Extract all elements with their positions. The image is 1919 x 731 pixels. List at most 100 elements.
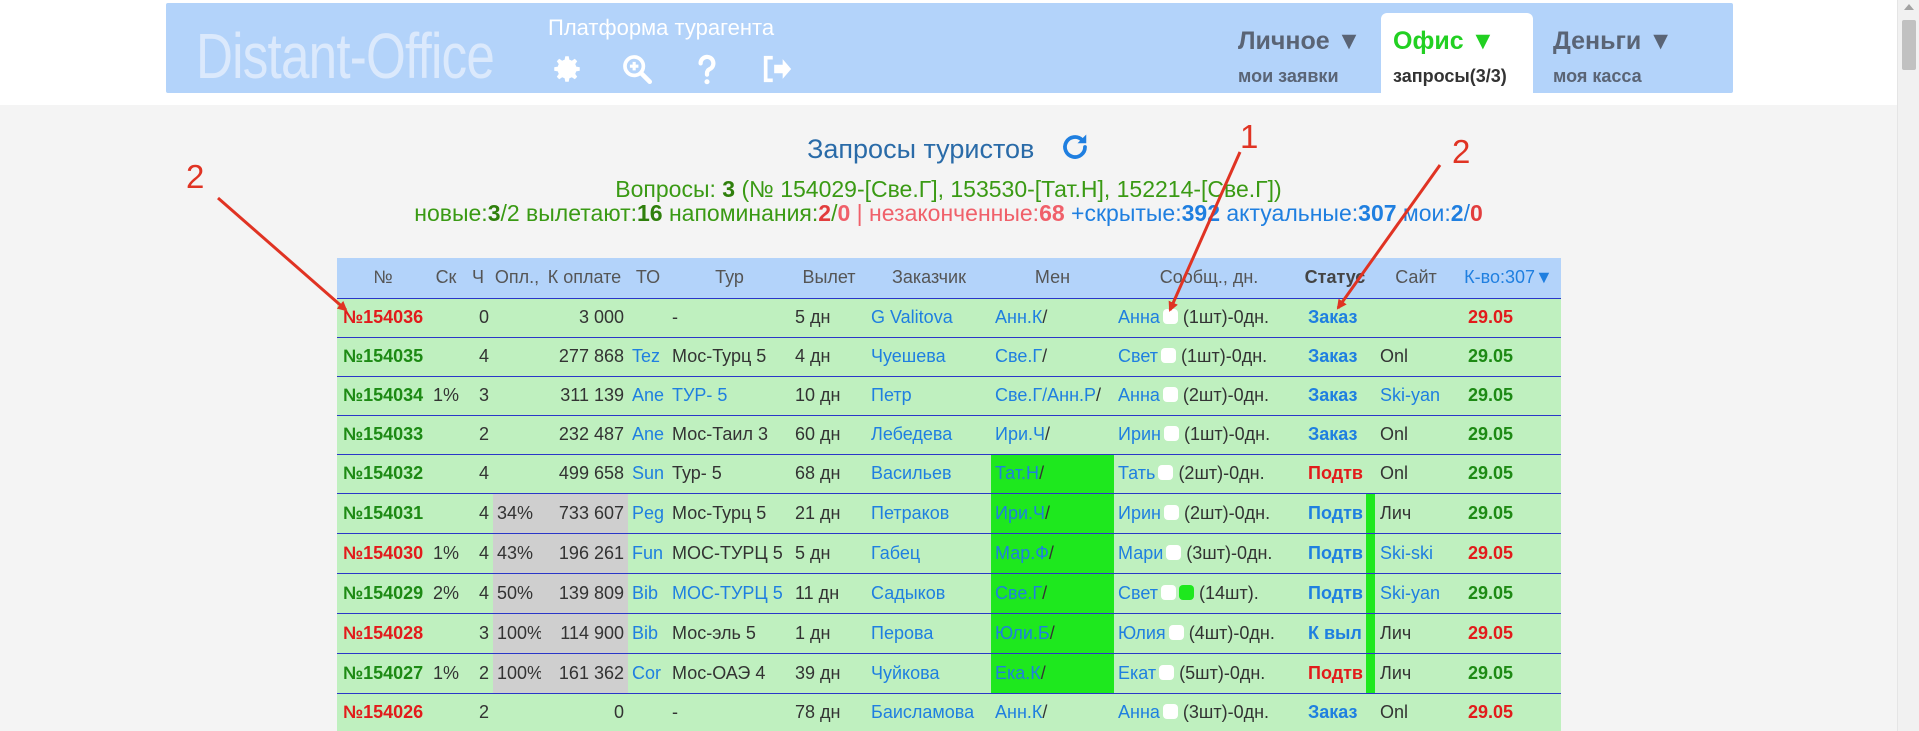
message-author-link[interactable]: Мари — [1118, 543, 1163, 563]
col-count[interactable]: К-во:307▼ — [1456, 258, 1561, 298]
messages-cell[interactable]: Екат (5шт)-0дн. — [1114, 653, 1304, 693]
request-number[interactable]: №154036 — [337, 298, 429, 337]
tour-operator-link[interactable]: Bib — [628, 613, 668, 653]
customer-link[interactable]: Петраков — [867, 493, 991, 533]
status-link[interactable]: Подтв — [1304, 493, 1366, 533]
message-indicator-icon[interactable] — [1161, 584, 1177, 600]
customer-link[interactable]: Перова — [867, 613, 991, 653]
request-number[interactable]: №154030 — [337, 533, 429, 573]
table-row[interactable]: №154028 3 100% 114 900 Bib Мос-эль 5 1 дн Перов… — [337, 613, 1561, 653]
status-link[interactable]: Подтв — [1304, 454, 1366, 493]
manager-link[interactable]: Тат.Н — [995, 463, 1039, 483]
col-ch[interactable]: Ч — [463, 258, 493, 298]
request-number-value[interactable]: 154027 — [363, 663, 423, 683]
scroll-up-icon[interactable] — [1904, 4, 1914, 10]
message-author-link[interactable]: Свет — [1118, 346, 1158, 366]
table-row[interactable]: №154027 1% 2 100% 161 362 Cor Мос-ОАЭ 4 39 дн Чу… — [337, 653, 1561, 693]
menu-money-title[interactable]: Деньги ▼ — [1553, 27, 1679, 56]
message-indicator-icon[interactable] — [1159, 664, 1175, 680]
status-link[interactable]: Подтв — [1304, 533, 1366, 573]
message-indicator-icon[interactable] — [1163, 504, 1179, 520]
col-site[interactable]: Сайт — [1376, 258, 1456, 298]
manager-cell[interactable]: Ири.Ч/ — [991, 415, 1114, 454]
status-link[interactable]: Заказ — [1304, 337, 1366, 376]
messages-cell[interactable]: Свет (1шт)-0дн. — [1114, 337, 1304, 376]
site-cell[interactable]: Ski-ski — [1376, 533, 1456, 573]
col-to[interactable]: ТО — [628, 258, 668, 298]
manager-cell[interactable]: Тат.Н/ — [991, 454, 1114, 493]
tour-cell[interactable]: МОС-ТУРЦ 5 — [668, 573, 791, 613]
remind-count-b[interactable]: 0 — [837, 200, 850, 226]
messages-cell[interactable]: Юлия (4шт)-0дн. — [1114, 613, 1304, 653]
customer-link[interactable]: Садыков — [867, 573, 991, 613]
mine-count[interactable]: 2 — [1451, 200, 1464, 226]
tour-operator-link[interactable]: Bib — [628, 573, 668, 613]
message-author-link[interactable]: Юлия — [1118, 623, 1166, 643]
manager-cell[interactable]: Анн.К/ — [991, 298, 1114, 337]
customer-link[interactable]: Габец — [867, 533, 991, 573]
message-indicator-icon[interactable] — [1158, 465, 1174, 480]
new-label[interactable]: новые: — [414, 200, 487, 226]
message-indicator-icon[interactable] — [1168, 624, 1184, 640]
actual-count[interactable]: 307 — [1358, 200, 1396, 226]
manager-link[interactable]: Мар.Ф — [995, 543, 1049, 563]
request-number[interactable]: №154033 — [337, 415, 429, 454]
message-new-indicator-icon[interactable] — [1179, 584, 1195, 600]
customer-link[interactable]: G Valitova — [867, 298, 991, 337]
request-number[interactable]: №154031 — [337, 493, 429, 533]
menu-personal-title[interactable]: Личное ▼ — [1238, 27, 1374, 56]
tour-operator-link[interactable]: Peg — [628, 493, 668, 533]
request-number[interactable]: №154028 — [337, 613, 429, 653]
remind-label[interactable]: напоминания: — [663, 200, 818, 226]
customer-link[interactable]: Лебедева — [867, 415, 991, 454]
message-author-link[interactable]: Анна — [1118, 385, 1160, 405]
col-departure[interactable]: Вылет — [791, 258, 867, 298]
messages-cell[interactable]: Ирин (2шт)-0дн. — [1114, 493, 1304, 533]
menu-office[interactable]: Офис ▼ запросы(3/3) — [1381, 13, 1533, 93]
request-number-value[interactable]: 154028 — [363, 623, 423, 643]
request-number-value[interactable]: 154035 — [363, 346, 423, 366]
tour-operator-link[interactable]: Tez — [628, 337, 668, 376]
request-number-value[interactable]: 154032 — [363, 463, 423, 483]
actual-label[interactable]: актуальные: — [1220, 200, 1358, 226]
depart-count[interactable]: 16 — [637, 200, 663, 226]
message-author-link[interactable]: Екат — [1118, 663, 1156, 683]
manager-cell[interactable]: Све.Г/ — [991, 573, 1114, 613]
manager-link[interactable]: Све.Г/Анн.Р — [995, 385, 1096, 405]
message-indicator-icon[interactable] — [1163, 426, 1179, 441]
request-number-value[interactable]: 154026 — [363, 702, 423, 722]
messages-cell[interactable]: Мари (3шт)-0дн. — [1114, 533, 1304, 573]
messages-cell[interactable]: Анна (3шт)-0дн. — [1114, 693, 1304, 731]
manager-cell[interactable]: Ека.К/ — [991, 653, 1114, 693]
manager-link[interactable]: Све.Г — [995, 346, 1042, 366]
site-cell[interactable]: Ski-yan — [1376, 376, 1456, 415]
messages-cell[interactable]: Тать (2шт)-0дн. — [1114, 454, 1304, 493]
manager-cell[interactable]: Све.Г/ — [991, 337, 1114, 376]
tour-operator-link[interactable] — [628, 693, 668, 731]
request-number-value[interactable]: 154034 — [363, 385, 423, 405]
gear-icon[interactable] — [544, 49, 589, 89]
message-author-link[interactable]: Анна — [1118, 307, 1160, 327]
site-cell[interactable]: Ski-yan — [1376, 573, 1456, 613]
tour-operator-link[interactable] — [628, 298, 668, 337]
request-number-value[interactable]: 154029 — [363, 583, 423, 603]
tour-operator-link[interactable]: Ane — [628, 376, 668, 415]
col-tour[interactable]: Тур — [668, 258, 791, 298]
status-link[interactable]: К выл — [1304, 613, 1366, 653]
messages-cell[interactable]: Ирин (1шт)-0дн. — [1114, 415, 1304, 454]
request-number[interactable]: №154026 — [337, 693, 429, 731]
manager-cell[interactable]: Ири.Ч/ — [991, 493, 1114, 533]
request-number-value[interactable]: 154036 — [363, 307, 423, 327]
table-row[interactable]: №154033 2 232 487 Ane Мос-Таил 3 60 дн Лебедев… — [337, 415, 1561, 454]
manager-link[interactable]: Юли.Б — [995, 623, 1050, 643]
request-number[interactable]: №154032 — [337, 454, 429, 493]
messages-cell[interactable]: Анна (2шт)-0дн. — [1114, 376, 1304, 415]
request-number[interactable]: №154034 — [337, 376, 429, 415]
menu-office-title[interactable]: Офис ▼ — [1393, 27, 1521, 56]
manager-link[interactable]: Ири.Ч — [995, 503, 1045, 523]
manager-link[interactable]: Све.Г — [995, 583, 1042, 603]
table-row[interactable]: №154029 2% 4 50% 139 809 Bib МОС-ТУРЦ 5 11 дн Са… — [337, 573, 1561, 613]
message-indicator-icon[interactable] — [1166, 544, 1182, 560]
table-row[interactable]: №154031 4 34% 733 607 Peg Мос-Турц 5 21 дн Петр… — [337, 493, 1561, 533]
tour-operator-link[interactable]: Fun — [628, 533, 668, 573]
